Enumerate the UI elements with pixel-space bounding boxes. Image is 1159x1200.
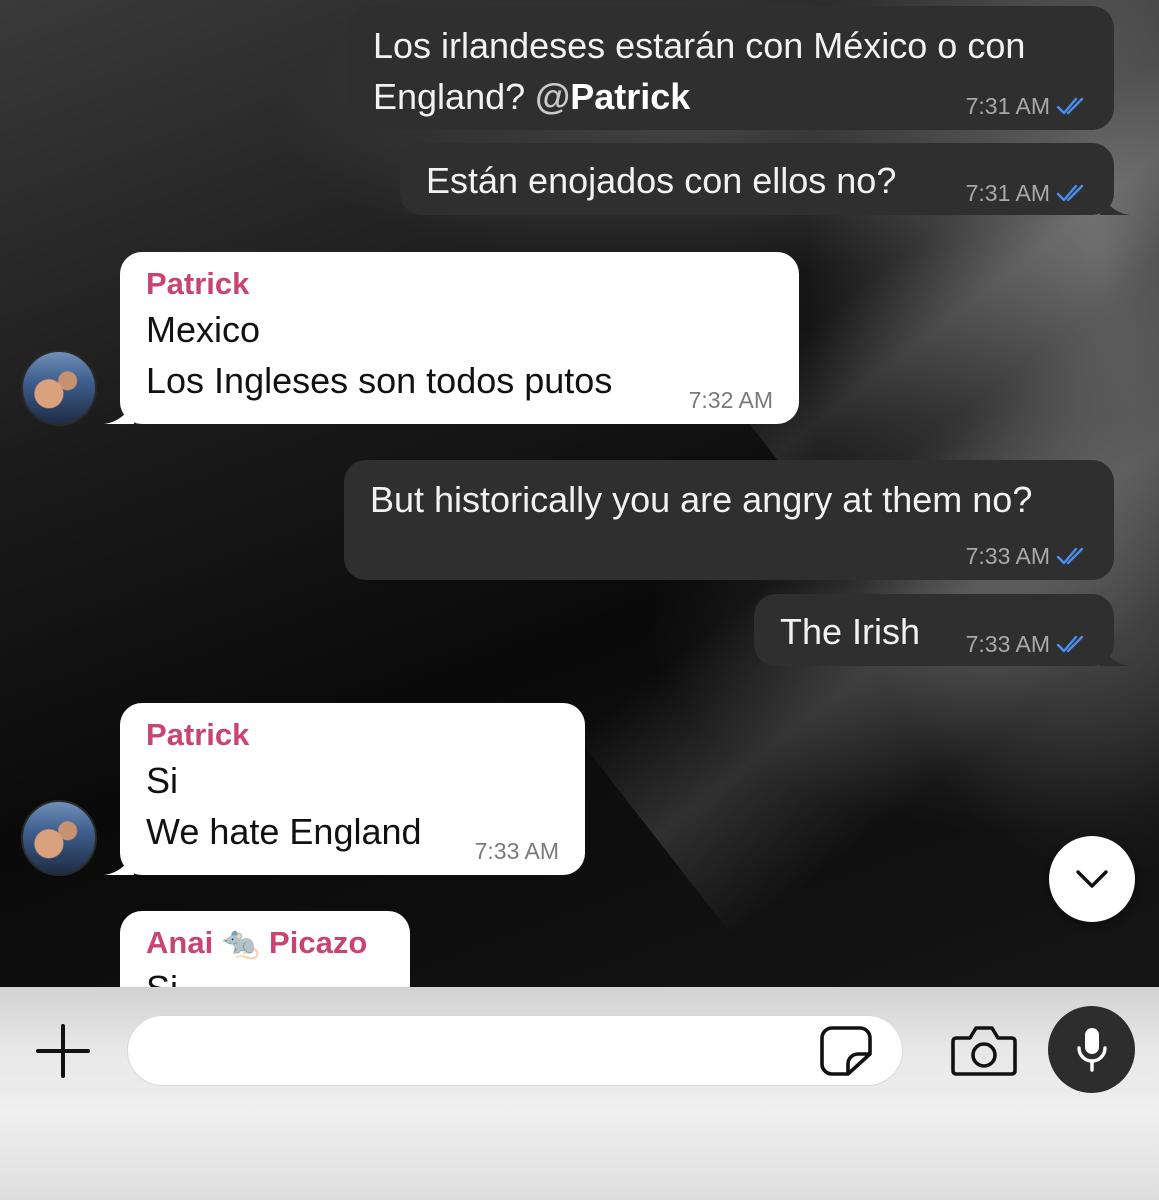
sender-name[interactable]: Patrick [146,715,559,755]
outgoing-message[interactable]: The Irish 7:33 AM [754,594,1130,666]
message-meta: 7:33 AM [475,839,559,863]
message-text: Los irlandeses estarán con México o con [373,25,1026,66]
message-time: 7:32 AM [688,387,773,413]
camera-icon[interactable] [950,1022,1018,1078]
outgoing-message[interactable]: But historically you are angry at them n… [344,460,1114,580]
message-text: Si [146,760,179,801]
message-text: Si [146,963,384,987]
message-text: Los Ingleses son todos putos [146,360,613,401]
scroll-to-bottom-button[interactable] [1049,836,1135,922]
incoming-message[interactable]: Anai 🐀 Picazo Si [120,911,410,987]
chevron-down-icon [1076,870,1108,888]
message-meta: 7:31 AM [966,94,1088,118]
outgoing-message[interactable]: Los irlandeses estarán con México o con … [347,6,1114,130]
bubble-tail [104,851,134,875]
microphone-icon [1076,1027,1107,1072]
bubble-tail [104,400,134,424]
incoming-message[interactable]: Patrick Mexico Los Ingleses son todos pu… [104,252,799,424]
message-time: 7:31 AM [965,180,1050,206]
message-meta: 7:33 AM [966,632,1088,656]
bubble-tail [1100,642,1130,666]
sender-name[interactable]: Patrick [146,264,773,304]
incoming-message[interactable]: Patrick Si We hate England 7:33 AM [104,703,585,875]
sender-first-name: Anai [146,925,214,960]
chat-background: Los irlandeses estarán con México o con … [0,0,1159,987]
message-meta: 7:31 AM [966,181,1088,205]
microphone-button[interactable] [1048,1006,1135,1093]
message-text-segment: England? [373,76,536,117]
double-check-icon [1056,547,1084,565]
message-text: Mexico [146,309,261,350]
double-check-icon [1056,97,1084,115]
message-text: But historically you are angry at them n… [370,479,1033,520]
message-input[interactable] [127,1015,903,1086]
avatar[interactable] [21,800,97,876]
plus-icon[interactable] [34,1022,92,1080]
message-time: 7:33 AM [474,838,559,864]
mention-link[interactable]: @Patrick [535,76,690,117]
outgoing-message[interactable]: Están enojados con ellos no? 7:31 AM [400,143,1130,215]
double-check-icon [1056,184,1084,202]
sticker-icon[interactable] [818,1024,874,1078]
message-time: 7:31 AM [965,93,1050,119]
message-time: 7:33 AM [965,543,1050,569]
avatar[interactable] [21,350,97,426]
sender-name[interactable]: Anai 🐀 Picazo [146,923,384,963]
mention-name: Patrick [570,76,691,117]
message-meta: 7:33 AM [966,544,1088,568]
sender-rat-emoji: 🐀 [221,925,261,960]
mention-at-sign: @ [535,76,571,117]
double-check-icon [1056,635,1084,653]
bubble-tail [1100,191,1130,215]
sender-last-name: Picazo [269,925,368,960]
message-time: 7:33 AM [965,631,1050,657]
message-meta: 7:32 AM [689,388,773,412]
